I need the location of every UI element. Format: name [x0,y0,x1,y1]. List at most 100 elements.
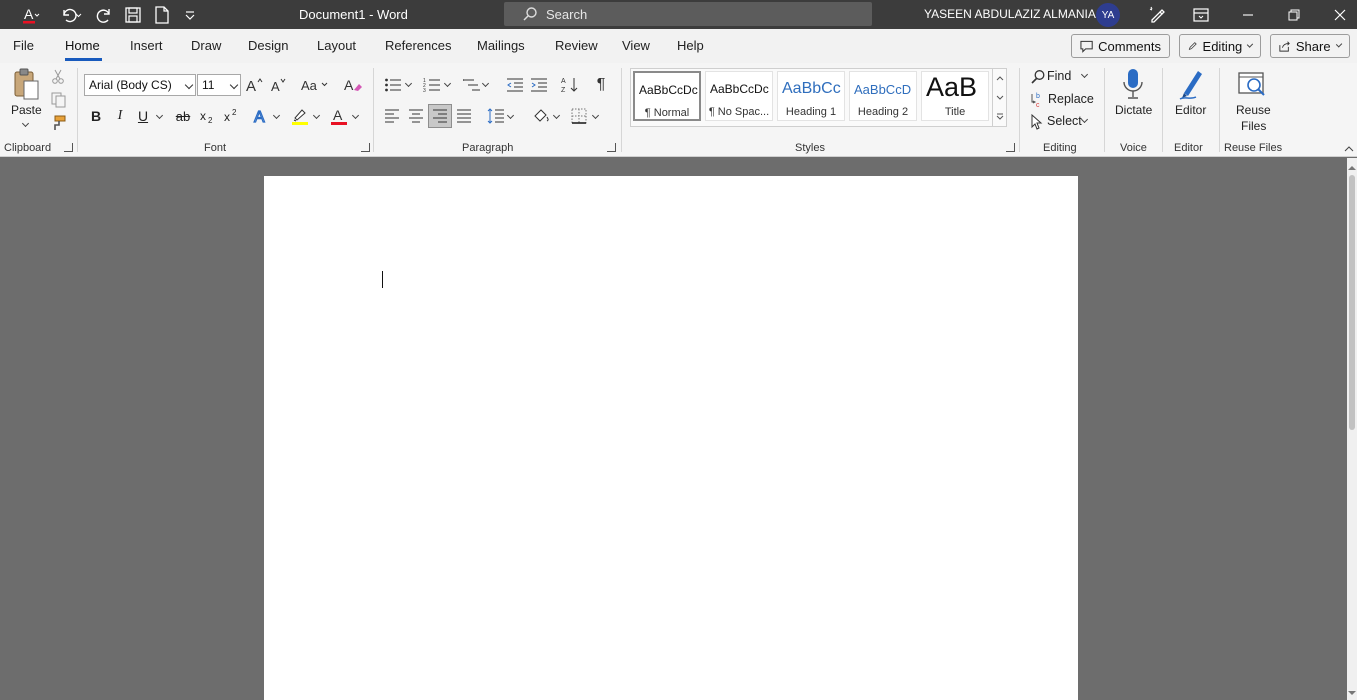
tab-view[interactable]: View [622,38,650,53]
restore-icon[interactable] [1279,0,1309,29]
paste-icon[interactable] [10,67,42,101]
ribbon-display-options-icon[interactable] [1188,0,1214,29]
shading-dropdown-icon[interactable] [552,111,561,120]
align-center-icon[interactable] [405,105,427,127]
designer-pen-icon[interactable] [1144,0,1170,29]
multilevel-dropdown-icon[interactable] [481,79,490,88]
scrollbar-thumb[interactable] [1349,175,1355,430]
reuse-files-icon[interactable] [1236,67,1268,101]
subscript-icon[interactable]: x2 [198,105,218,127]
editor-pen-icon[interactable] [1176,66,1208,102]
style-no-spacing[interactable]: AaBbCcDc ¶ No Spac... [705,71,773,121]
styles-more-icon[interactable] [993,108,1007,126]
grow-font-icon[interactable]: A [245,74,265,96]
bold-icon[interactable]: B [86,105,106,127]
tab-insert[interactable]: Insert [130,38,163,53]
undo-icon[interactable] [54,0,88,29]
tab-review[interactable]: Review [555,38,598,53]
font-size-combo[interactable]: 11 [197,74,241,96]
decrease-indent-icon[interactable] [504,74,526,96]
style-normal[interactable]: AaBbCcDc ¶ Normal [633,71,701,121]
customize-toolbar-icon[interactable] [182,0,198,29]
clear-formatting-icon[interactable]: A [342,74,364,96]
shrink-font-icon[interactable]: A [269,74,289,96]
change-case-icon[interactable]: Aa [299,74,331,96]
strikethrough-icon[interactable]: ab [172,105,194,127]
scroll-down-icon[interactable] [1347,688,1357,698]
multilevel-list-icon[interactable] [461,74,483,96]
format-painter-icon[interactable] [49,114,67,132]
numbering-dropdown-icon[interactable] [443,79,452,88]
editor-button-label[interactable]: Editor [1175,103,1206,117]
borders-icon[interactable] [568,105,590,127]
style-title[interactable]: AaB Title [921,71,989,121]
scroll-up-icon[interactable] [1347,162,1357,172]
styles-launcher-icon[interactable] [1006,143,1015,152]
find-button[interactable]: Find [1030,67,1100,87]
tab-draw[interactable]: Draw [191,38,221,53]
borders-dropdown-icon[interactable] [591,111,600,120]
sort-icon[interactable]: AZ [559,74,581,96]
paste-label[interactable]: Paste [11,103,42,117]
font-launcher-icon[interactable] [361,143,370,152]
line-spacing-dropdown-icon[interactable] [506,111,515,120]
superscript-icon[interactable]: x2 [222,105,242,127]
microphone-icon[interactable] [1118,66,1148,102]
underline-icon[interactable]: U [133,105,153,127]
editing-mode-button[interactable]: Editing [1179,34,1261,58]
underline-dropdown-icon[interactable] [155,111,164,120]
comments-button[interactable]: Comments [1071,34,1170,58]
avatar[interactable]: YA [1096,3,1120,27]
replace-button[interactable]: bc Replace [1029,90,1095,110]
dictate-label[interactable]: Dictate [1115,103,1152,117]
increase-indent-icon[interactable] [528,74,550,96]
clipboard-launcher-icon[interactable] [64,143,73,152]
align-left-icon[interactable] [381,105,403,127]
search-input[interactable] [546,6,846,22]
document-page[interactable] [264,176,1078,700]
chevron-down-icon[interactable] [993,88,1007,107]
font-name-combo[interactable]: Arial (Body CS) [84,74,196,96]
line-spacing-icon[interactable] [485,105,507,127]
search-box[interactable] [504,2,872,26]
user-name[interactable]: YASEEN ABDULAZIZ ALMANIA [924,7,1096,21]
close-icon[interactable] [1325,0,1355,29]
style-heading-2[interactable]: AaBbCcD Heading 2 [849,71,917,121]
new-document-icon[interactable] [152,0,172,29]
highlight-dropdown-icon[interactable] [312,111,321,120]
font-color-quick-icon[interactable]: A [14,0,46,29]
font-color-dropdown-icon[interactable] [351,111,360,120]
paste-dropdown-icon[interactable] [21,119,30,128]
highlight-icon[interactable] [289,105,311,127]
show-formatting-marks-icon[interactable]: ¶ [590,74,612,96]
collapse-ribbon-icon[interactable] [1342,144,1356,154]
minimize-icon[interactable] [1233,0,1263,29]
redo-icon[interactable] [92,0,116,29]
share-button[interactable]: Share [1270,34,1350,58]
text-effects-icon[interactable]: A [251,105,273,127]
text-effects-dropdown-icon[interactable] [272,111,281,120]
justify-icon[interactable] [453,105,475,127]
tab-home[interactable]: Home [65,38,100,53]
chevron-up-icon[interactable] [993,68,1007,87]
paragraph-launcher-icon[interactable] [607,143,616,152]
reuse-files-label-line1[interactable]: Reuse [1236,103,1271,117]
shading-icon[interactable] [530,105,552,127]
tab-help[interactable]: Help [677,38,704,53]
tab-file[interactable]: File [13,38,34,53]
align-right-icon[interactable] [428,104,452,128]
tab-layout[interactable]: Layout [317,38,356,53]
bullets-dropdown-icon[interactable] [404,79,413,88]
cut-icon[interactable] [49,68,67,86]
reuse-files-label-line2[interactable]: Files [1241,119,1266,133]
save-icon[interactable] [122,0,144,29]
tab-references[interactable]: References [385,38,451,53]
tab-mailings[interactable]: Mailings [477,38,525,53]
copy-icon[interactable] [49,91,67,109]
tab-design[interactable]: Design [248,38,288,53]
style-heading-1[interactable]: AaBbCc Heading 1 [777,71,845,121]
bullets-icon[interactable] [382,74,404,96]
numbering-icon[interactable]: 123 [421,74,443,96]
font-color-icon[interactable]: A [328,105,350,127]
italic-icon[interactable]: I [110,105,130,127]
